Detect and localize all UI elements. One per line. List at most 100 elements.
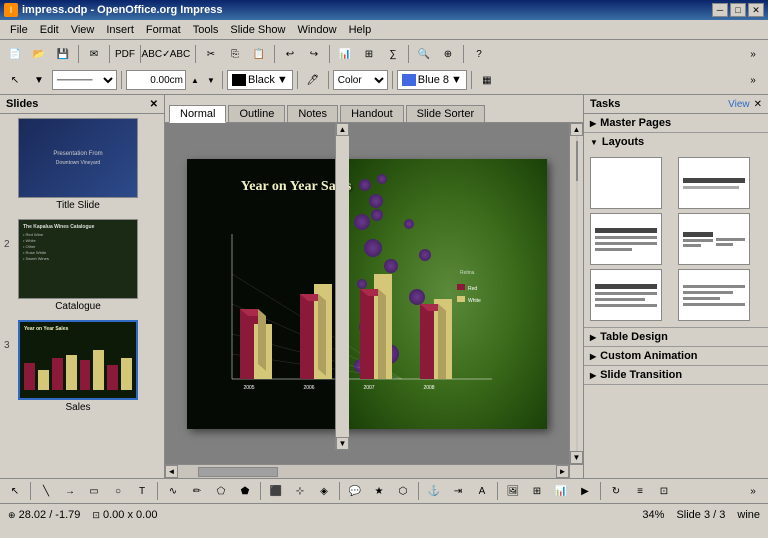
- scroll-down-btn[interactable]: ▼: [570, 451, 583, 464]
- tab-notes[interactable]: Notes: [287, 105, 338, 122]
- layout-title-text[interactable]: [590, 269, 662, 321]
- slide-transition-header[interactable]: ▶ Slide Transition: [584, 366, 768, 384]
- fontwork-tool[interactable]: A: [471, 480, 493, 502]
- close-button[interactable]: ✕: [748, 3, 764, 17]
- tab-normal[interactable]: Normal: [169, 105, 226, 123]
- curve-tool[interactable]: ∿: [162, 480, 184, 502]
- star-tool[interactable]: ★: [368, 480, 390, 502]
- zoom-button[interactable]: ⊕: [437, 43, 459, 65]
- text-tool[interactable]: T: [131, 480, 153, 502]
- copy-button[interactable]: ⎘: [224, 43, 246, 65]
- new-button[interactable]: 📄: [4, 43, 26, 65]
- more-button[interactable]: »: [742, 43, 764, 65]
- scroll-up-inner[interactable]: ▲: [336, 123, 349, 136]
- layout-title-content[interactable]: [590, 213, 662, 265]
- 3d-tool[interactable]: ⬡: [392, 480, 414, 502]
- menu-file[interactable]: File: [4, 22, 34, 38]
- layout-title-only[interactable]: [678, 157, 750, 209]
- rect-tool[interactable]: ▭: [83, 480, 105, 502]
- menu-window[interactable]: Window: [291, 22, 342, 38]
- callout-tool[interactable]: 💬: [344, 480, 366, 502]
- slide-item-1[interactable]: Presentation From Downtown Vineyard Titl…: [4, 118, 160, 211]
- email-button[interactable]: ✉: [83, 43, 105, 65]
- minimize-button[interactable]: ─: [712, 3, 728, 17]
- master-pages-header[interactable]: ▶ Master Pages: [584, 114, 768, 132]
- slide-thumb-1[interactable]: Presentation From Downtown Vineyard: [18, 118, 138, 198]
- display-btn[interactable]: ▦: [476, 69, 498, 91]
- scroll-right-btn[interactable]: ►: [556, 465, 569, 478]
- group-btn[interactable]: ⊡: [653, 480, 675, 502]
- scroll-left-btn[interactable]: ◄: [165, 465, 178, 478]
- tab-slide-sorter[interactable]: Slide Sorter: [406, 105, 485, 122]
- tasks-close-button[interactable]: ✕: [754, 99, 762, 110]
- line-tool[interactable]: ╲: [35, 480, 57, 502]
- open-button[interactable]: 📂: [28, 43, 50, 65]
- menu-slideshow[interactable]: Slide Show: [224, 22, 291, 38]
- chart-button[interactable]: 📊: [334, 43, 356, 65]
- spellcheck-button[interactable]: ABC✓: [145, 43, 167, 65]
- maximize-button[interactable]: □: [730, 3, 746, 17]
- help-button[interactable]: ?: [468, 43, 490, 65]
- pdf-button[interactable]: PDF: [114, 43, 136, 65]
- redo-button[interactable]: ↪: [303, 43, 325, 65]
- table-button[interactable]: ⊞: [358, 43, 380, 65]
- insert-movie-btn[interactable]: ▶: [574, 480, 596, 502]
- undo-button[interactable]: ↩: [279, 43, 301, 65]
- styles-dropdown-btn[interactable]: ▼: [28, 69, 50, 91]
- menu-view[interactable]: View: [65, 22, 101, 38]
- find-button[interactable]: 🔍: [413, 43, 435, 65]
- selection-button[interactable]: ↖: [4, 69, 26, 91]
- table-design-header[interactable]: ▶ Table Design: [584, 328, 768, 346]
- scroll-down-inner[interactable]: ▼: [336, 437, 349, 450]
- custom-animation-header[interactable]: ▶ Custom Animation: [584, 347, 768, 365]
- menu-help[interactable]: Help: [343, 22, 378, 38]
- layout-content-only[interactable]: [678, 269, 750, 321]
- slide-item-3[interactable]: 3: [4, 320, 160, 413]
- layout-blank[interactable]: [590, 157, 662, 209]
- flowchart-tool[interactable]: ◈: [313, 480, 335, 502]
- save-button[interactable]: 💾: [52, 43, 74, 65]
- tab-tool[interactable]: ⇥: [447, 480, 469, 502]
- size-dn-btn[interactable]: ▼: [204, 69, 218, 91]
- cut-button[interactable]: ✂: [200, 43, 222, 65]
- tasks-view-link[interactable]: View: [728, 99, 750, 110]
- menu-tools[interactable]: Tools: [187, 22, 225, 38]
- scroll-thumb-h[interactable]: [198, 467, 278, 477]
- color-type-select[interactable]: Color: [333, 70, 388, 90]
- scheme-picker[interactable]: Blue 8 ▼: [397, 70, 467, 90]
- color-dropdown-icon[interactable]: ▼: [277, 74, 288, 86]
- menu-insert[interactable]: Insert: [100, 22, 140, 38]
- more-draw-btn[interactable]: »: [742, 480, 764, 502]
- insert-table-btn[interactable]: ⊞: [526, 480, 548, 502]
- slide-item-2[interactable]: 2 The Kapalua Wines Catalogue • Red Wine…: [4, 219, 160, 312]
- autocorrect-button[interactable]: ABC: [169, 43, 191, 65]
- tab-handout[interactable]: Handout: [340, 105, 404, 122]
- arrow-tool[interactable]: →: [59, 480, 81, 502]
- styles-select[interactable]: ─────: [52, 70, 117, 90]
- rotate-btn[interactable]: ↻: [605, 480, 627, 502]
- tab-outline[interactable]: Outline: [228, 105, 285, 122]
- scheme-dropdown-icon[interactable]: ▼: [451, 74, 462, 86]
- slide-thumb-3[interactable]: Year on Year Sales: [18, 320, 138, 400]
- fill-btn[interactable]: ⬛: [265, 480, 287, 502]
- layouts-header[interactable]: ▼ Layouts: [584, 133, 768, 151]
- polygon-tool[interactable]: ⬠: [210, 480, 232, 502]
- more-btn2[interactable]: »: [742, 69, 764, 91]
- pipette-button[interactable]: 🖊: [302, 69, 324, 91]
- layout-two-content[interactable]: [678, 213, 750, 265]
- anchor-tool[interactable]: ⚓: [423, 480, 445, 502]
- size-up-btn[interactable]: ▲: [188, 69, 202, 91]
- color-picker[interactable]: Black ▼: [227, 70, 293, 90]
- menu-format[interactable]: Format: [140, 22, 187, 38]
- slide-thumb-2[interactable]: The Kapalua Wines Catalogue • Red Wine •…: [18, 219, 138, 299]
- ellipse-tool[interactable]: ○: [107, 480, 129, 502]
- formula-button[interactable]: ∑: [382, 43, 404, 65]
- paste-button[interactable]: 📋: [248, 43, 270, 65]
- freeform-tool[interactable]: ✏: [186, 480, 208, 502]
- slides-close-button[interactable]: ✕: [150, 99, 158, 110]
- align-btn[interactable]: ≡: [629, 480, 651, 502]
- scroll-thumb-v[interactable]: [576, 141, 578, 181]
- shapes-tool[interactable]: ⬟: [234, 480, 256, 502]
- insert-chart-btn2[interactable]: 📊: [550, 480, 572, 502]
- size-input[interactable]: 0.00cm: [126, 70, 186, 90]
